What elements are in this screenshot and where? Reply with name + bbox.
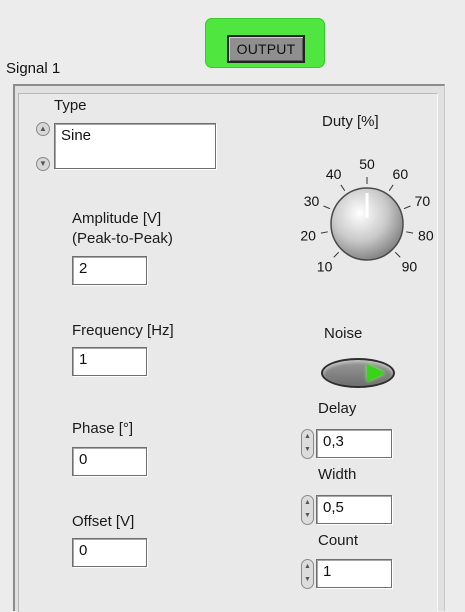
output-button[interactable]: OUTPUT (227, 35, 305, 63)
ring-up-icon[interactable]: ▲ (36, 122, 50, 136)
type-ring-value[interactable]: Sine (54, 123, 216, 169)
duty-scale-label: 90 (402, 258, 418, 274)
duty-scale-label: 40 (326, 166, 342, 182)
count-input[interactable]: 1 (316, 559, 392, 588)
count-label: Count (318, 532, 359, 549)
duty-label: Duty [%] (322, 113, 379, 130)
duty-tick (333, 251, 340, 258)
type-label: Type (54, 97, 87, 114)
width-stepper[interactable]: ▲ ▼ (301, 495, 314, 525)
duty-tick (320, 231, 328, 234)
duty-tick (394, 251, 401, 258)
duty-scale-label: 10 (317, 258, 333, 274)
duty-scale-label: 30 (304, 193, 320, 209)
duty-scale-label: 80 (418, 228, 434, 244)
noise-label: Noise (324, 325, 363, 342)
amplitude-sublabel: (Peak-to-Peak) (72, 230, 173, 247)
duty-tick (388, 184, 394, 192)
noise-led-arrow-icon (367, 364, 385, 382)
duty-tick (340, 184, 346, 192)
frequency-input[interactable]: 1 (72, 347, 147, 376)
duty-scale-label: 60 (393, 166, 409, 182)
ring-down-icon[interactable]: ▼ (36, 157, 50, 171)
delay-stepper[interactable]: ▲ ▼ (301, 429, 314, 459)
duty-knob[interactable]: 1020 30 40 50 60 70 8090 (290, 135, 450, 285)
duty-tick (323, 205, 331, 210)
duty-tick (403, 205, 411, 210)
phase-label: Phase [°] (72, 420, 134, 437)
duty-scale-label: 70 (415, 193, 431, 209)
duty-scale-label: 20 (300, 228, 316, 244)
amplitude-label: Amplitude [V] (72, 210, 162, 227)
width-label: Width (318, 466, 357, 483)
type-ring-arrows[interactable]: ▲ ▼ (34, 119, 56, 175)
width-input[interactable]: 0,5 (316, 495, 392, 524)
duty-scale-label: 50 (359, 156, 375, 172)
cluster-title: Signal 1 (6, 60, 61, 77)
offset-input[interactable]: 0 (72, 538, 147, 567)
frequency-label: Frequency [Hz] (72, 322, 174, 339)
offset-label: Offset [V] (72, 513, 135, 530)
phase-input[interactable]: 0 (72, 447, 147, 476)
delay-input[interactable]: 0,3 (316, 429, 392, 458)
count-stepper[interactable]: ▲ ▼ (301, 559, 314, 589)
delay-label: Delay (318, 400, 357, 417)
amplitude-input[interactable]: 2 (72, 256, 147, 285)
duty-tick (406, 231, 414, 234)
